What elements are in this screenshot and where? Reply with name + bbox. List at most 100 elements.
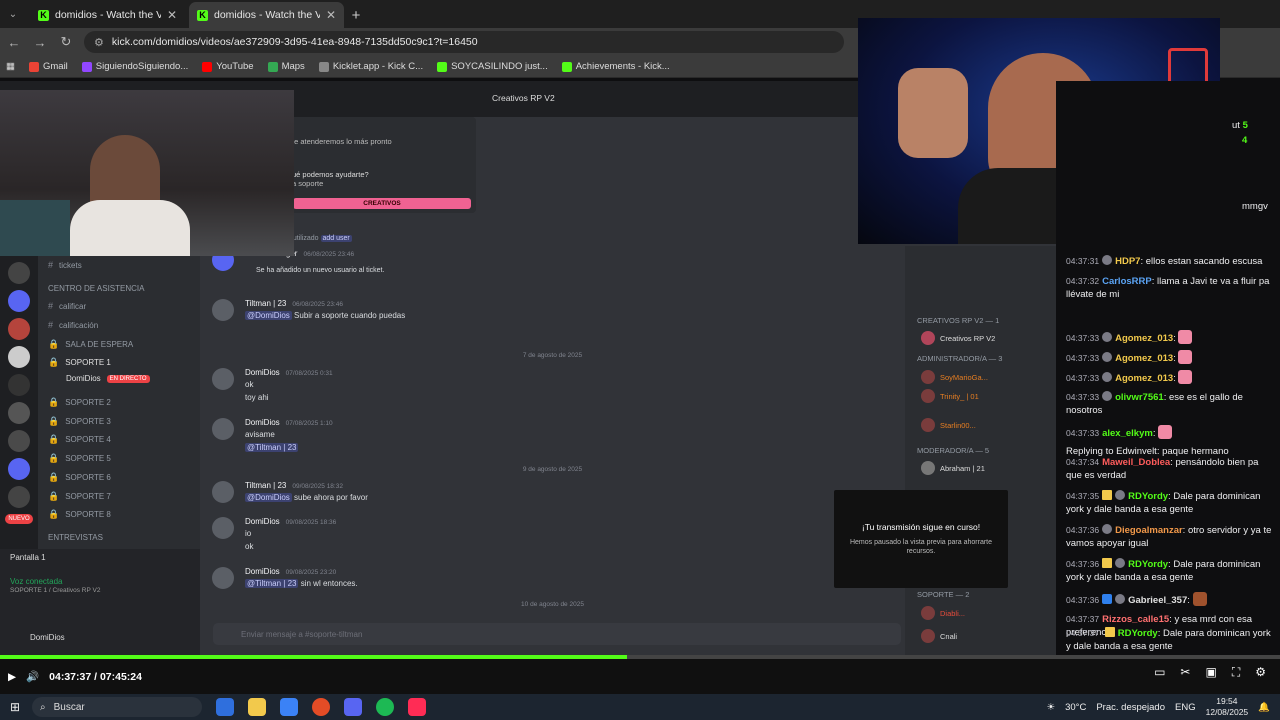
fullscreen-icon[interactable]: ⛶	[1232, 665, 1240, 680]
screen-share-label: Pantalla 1	[10, 553, 46, 562]
discord-messages: te atenderemos lo más pronto ué podemos …	[200, 117, 905, 633]
file-explorer-icon[interactable]	[248, 698, 266, 716]
member: Diabli...	[921, 606, 965, 620]
apps-icon[interactable]: ▦	[6, 61, 15, 72]
badge-icon	[1102, 255, 1113, 265]
theater-icon[interactable]: ▭	[1154, 665, 1165, 680]
composer-placeholder: Enviar mensaje a #soporte-tiltman	[241, 629, 363, 639]
channel-soporte-6: 🔒 SOPORTE 6	[48, 472, 111, 482]
voice-panel: Pantalla 1 Voz conectada SOPORTE 1 / Cre…	[0, 549, 200, 659]
time-display: 04:37:37 / 07:45:24	[49, 670, 142, 683]
voice-connected-label: Voz conectada	[10, 577, 63, 586]
spotify-icon[interactable]	[376, 698, 394, 716]
close-tab-icon[interactable]: ✕	[326, 8, 336, 22]
bookmark-youtube[interactable]: YouTube	[202, 61, 254, 72]
avatar	[212, 517, 234, 539]
stream-paused-notice: ¡Tu transmisión sigue en curso! Hemos pa…	[834, 490, 1008, 588]
play-icon[interactable]: ▶	[8, 671, 16, 683]
channel-soporte-1: 🔒 SOPORTE 1	[48, 357, 111, 367]
tab-title: domidios - Watch the VOD on	[55, 9, 161, 21]
player-controls: ▶ 🔊 04:37:37 / 07:45:24	[0, 659, 1280, 694]
channel-soporte-5: 🔒 SOPORTE 5	[48, 453, 111, 463]
reload-icon[interactable]: ↻	[58, 34, 74, 50]
badge-icon	[1102, 372, 1113, 382]
tab-2[interactable]: K domidios - Watch the VOD on ✕	[189, 2, 344, 28]
sub-badge-icon	[1102, 594, 1113, 604]
channel-soporte-2: 🔒 SOPORTE 2	[48, 397, 111, 407]
embed-question: ué podemos ayudarte?	[292, 170, 369, 179]
chat-message: 04:37:37 RDYordy: Dale para dominican yo…	[1066, 627, 1271, 652]
member-category: MODERADOR/A — 5	[917, 446, 990, 455]
emote-icon	[1178, 370, 1193, 384]
embed-sub: a soporte	[292, 179, 324, 188]
badge-icon	[1115, 594, 1126, 604]
embed-text: te atenderemos lo más pronto	[292, 137, 392, 146]
server-icon	[8, 374, 30, 396]
close-tab-icon[interactable]: ✕	[167, 8, 177, 22]
badge-icon	[1115, 558, 1126, 568]
emote-icon	[1178, 350, 1193, 364]
server-icon	[8, 318, 30, 340]
forward-icon[interactable]: →	[32, 35, 48, 50]
clip-icon[interactable]: ✂	[1180, 665, 1190, 680]
discord-member-list: CREATIVOS RP V2 — 1 Creativos RP V2 ADMI…	[905, 246, 1056, 659]
weather-desc: Prac. despejado	[1096, 701, 1166, 713]
volume-icon[interactable]: 🔊	[26, 670, 39, 683]
notification-icon[interactable]: 🔔	[1258, 702, 1270, 713]
tiktok-icon[interactable]	[408, 698, 426, 716]
bookmark-maps[interactable]: Maps	[267, 61, 305, 72]
date-separator: 7 de agosto de 2025	[522, 352, 583, 359]
chat-fragment: mmgv	[1242, 201, 1268, 212]
url-text: kick.com/domidios/videos/ae372909-3d95-4…	[111, 36, 478, 48]
chat-message: 04:37:35 RDYordy: Dale para dominican yor…	[1066, 490, 1261, 515]
badge-icon	[1102, 524, 1113, 534]
channel-calificacion: # calificación	[48, 320, 99, 330]
chat-message: 04:37:34 Maweil_Doblea: pensándolo bien p…	[1066, 457, 1259, 481]
new-tab-button[interactable]: +	[344, 2, 368, 28]
channel-category: CENTRO DE ASISTENCIA	[48, 284, 145, 293]
site-info-icon[interactable]: ⚙	[94, 36, 104, 49]
channel-soporte-8: 🔒 SOPORTE 8	[48, 509, 111, 519]
message-composer[interactable]: Enviar mensaje a #soporte-tiltman	[213, 623, 901, 645]
member: Trinity_ | 01	[921, 389, 979, 403]
clock[interactable]: 19:54 12/08/2025	[1206, 696, 1249, 718]
url-field[interactable]: ⚙ kick.com/domidios/videos/ae372909-3d95…	[84, 31, 844, 53]
channel-tickets: # tickets	[48, 260, 82, 270]
crown-badge-icon	[1104, 627, 1115, 637]
bookmark-kicklet[interactable]: Kicklet.app - Kick C...	[318, 61, 423, 72]
store-icon[interactable]	[280, 698, 298, 716]
member-category: SOPORTE — 2	[917, 590, 970, 599]
bookmark-gmail[interactable]: Gmail	[28, 61, 68, 72]
server-icon	[8, 262, 30, 284]
avatar	[212, 418, 234, 440]
crown-badge-icon	[1102, 490, 1113, 500]
member: Cnali	[921, 629, 957, 643]
edge-icon[interactable]	[216, 698, 234, 716]
windows-start-icon[interactable]: ⊞	[10, 700, 20, 714]
bookmark-achievements[interactable]: Achievements - Kick...	[561, 61, 670, 72]
notice-title: ¡Tu transmisión sigue en curso!	[861, 522, 981, 532]
chat-fragment: 4	[1242, 135, 1248, 146]
channel-soporte-4: 🔒 SOPORTE 4	[48, 434, 111, 444]
badge-icon	[1102, 391, 1113, 401]
tab-search-icon[interactable]: ⌄	[0, 0, 26, 28]
ticket-embed: te atenderemos lo más pronto ué podemos …	[286, 117, 476, 213]
date-separator: 9 de agosto de 2025	[522, 466, 583, 473]
taskbar-search[interactable]: ⌕ Buscar	[32, 697, 202, 717]
bookmark-siguiendo[interactable]: SiguiendoSiguiendo...	[81, 61, 188, 72]
mini-player-icon[interactable]: ▣	[1205, 665, 1216, 680]
tab-1[interactable]: K domidios - Watch the VOD on ✕	[30, 2, 185, 28]
new-badge: NUEVO	[5, 514, 33, 524]
tab-title: domidios - Watch the VOD on	[214, 9, 320, 21]
server-icon	[8, 402, 30, 424]
chrome-icon[interactable]	[312, 698, 330, 716]
creativos-button[interactable]: CREATIVOS	[293, 198, 471, 209]
settings-icon[interactable]: ⚙	[1255, 665, 1266, 680]
language-indicator[interactable]: ENG	[1175, 702, 1196, 713]
back-icon[interactable]: ←	[6, 35, 22, 50]
discord-icon[interactable]	[344, 698, 362, 716]
chat-fragment: ut 5	[1232, 120, 1248, 131]
member: Starlin00...	[921, 418, 976, 432]
weather-temp: 30°C	[1065, 701, 1087, 713]
bookmark-soycasilindo[interactable]: SOYCASILINDO just...	[437, 61, 548, 72]
